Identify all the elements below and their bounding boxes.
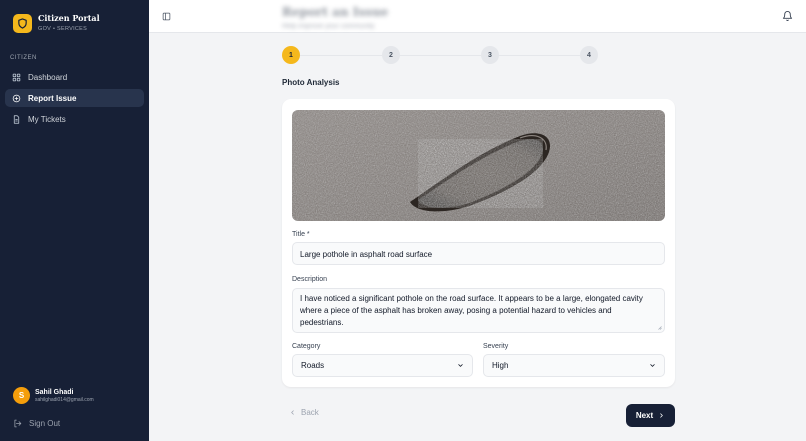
log-out-icon	[14, 419, 22, 428]
stepper-connector	[300, 55, 382, 56]
category-value: Roads	[301, 361, 325, 370]
brand-subtitle: GOV • SERVICES	[38, 26, 88, 32]
chevron-left-icon	[291, 410, 294, 415]
sidebar-item-my-tickets[interactable]: My Tickets	[5, 110, 144, 128]
resize-grip-icon[interactable]	[657, 325, 662, 330]
step-2: 2	[382, 46, 400, 64]
sign-out-label: Sign Out	[29, 419, 61, 428]
page-subtitle: Help improve your community	[282, 23, 375, 30]
plus-circle-icon	[12, 94, 21, 102]
grid-icon	[12, 73, 21, 81]
description-textarea[interactable]: I have noticed a significant pothole on …	[292, 288, 665, 333]
stepper-connector	[498, 55, 580, 56]
severity-select[interactable]: High	[483, 354, 665, 377]
brand[interactable]: Citizen Portal GOV • SERVICES	[13, 13, 100, 33]
severity-value: High	[492, 361, 509, 370]
title-input[interactable]: Large pothole in asphalt road surface	[292, 242, 665, 265]
back-button[interactable]: Back	[289, 408, 319, 417]
report-form-card: Title * Large pothole in asphalt road su…	[282, 99, 675, 387]
bell-icon[interactable]	[782, 10, 793, 22]
stepper-connector	[399, 55, 481, 56]
sidebar: Citizen Portal GOV • SERVICES CITIZEN Da…	[0, 0, 149, 441]
user-profile[interactable]: S Sahil Ghadi sahilghadi014@gmail.com	[13, 387, 94, 404]
back-label: Back	[301, 408, 319, 417]
avatar: S	[13, 387, 30, 404]
sidebar-section-label: CITIZEN	[10, 55, 37, 61]
category-label: Category	[292, 343, 321, 350]
sidebar-item-label: Dashboard	[28, 72, 68, 82]
category-select[interactable]: Roads	[292, 354, 473, 377]
page-title: Report an Issue	[282, 5, 389, 19]
next-label: Next	[635, 411, 654, 420]
sidebar-item-label: Report Issue	[28, 93, 77, 103]
section-title: Photo Analysis	[282, 78, 340, 87]
description-text: I have noticed a significant pothole on …	[300, 294, 643, 327]
step-3: 3	[481, 46, 499, 64]
file-icon	[13, 114, 20, 124]
uploaded-photo	[292, 110, 665, 221]
user-email: sahilghadi014@gmail.com	[35, 396, 94, 403]
step-1: 1	[282, 46, 300, 64]
chevron-down-icon	[458, 364, 463, 367]
next-button[interactable]: Next	[626, 404, 675, 427]
sidebar-item-report-issue[interactable]: Report Issue	[5, 89, 144, 107]
chevron-right-icon	[660, 413, 663, 418]
sidebar-item-label: My Tickets	[28, 114, 66, 124]
chevron-down-icon	[650, 364, 655, 367]
sign-out-button[interactable]: Sign Out	[13, 419, 60, 428]
sidebar-toggle-icon[interactable]	[162, 12, 171, 21]
user-name: Sahil Ghadi	[35, 388, 74, 396]
step-4: 4	[580, 46, 598, 64]
shield-logo-icon	[13, 13, 32, 33]
brand-title: Citizen Portal	[38, 13, 100, 23]
topbar: Report an Issue Help improve your commun…	[149, 0, 806, 33]
sidebar-item-dashboard[interactable]: Dashboard	[5, 68, 144, 86]
description-label: Description	[292, 276, 328, 283]
title-label: Title *	[292, 231, 310, 238]
severity-label: Severity	[483, 343, 509, 350]
